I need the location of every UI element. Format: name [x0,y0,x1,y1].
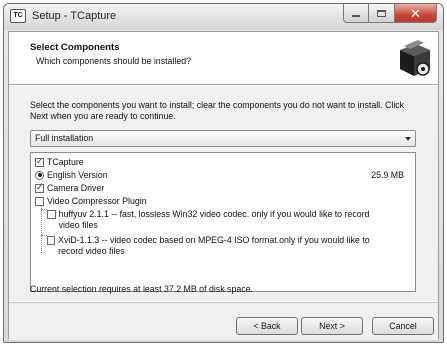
wizard-header: Select Components Which components shoul… [9,32,438,85]
checkbox-unchecked[interactable] [47,236,56,245]
tcapture-app-icon: TC [10,9,26,23]
component-label: Video Compressor Plugin [47,196,147,206]
component-label: XviD-1.1.3 -- video codec based on MPEG-… [58,235,370,256]
window-title: Setup - TCapture [32,10,117,22]
page-subtitle: Which components should be installed? [36,56,192,66]
installation-type-select[interactable]: Full installation [30,130,416,147]
component-item-huffyuv[interactable]: huffyuv 2.1.1 -- fast, lossless Win32 vi… [47,209,392,233]
chevron-down-icon [405,137,411,141]
installer-box-graphic [394,36,434,80]
checkbox-unchecked[interactable] [35,196,44,206]
button-row: < Back Next > Cancel [9,302,438,340]
maximize-button[interactable] [369,4,395,23]
maximize-icon [377,9,386,17]
cancel-button[interactable]: Cancel [372,317,434,335]
wizard-panel: Select Components Which components shoul… [8,31,439,340]
component-item-camera-driver[interactable]: ✓ Camera Driver [35,182,104,194]
component-item-tcapture[interactable]: ✓ TCapture [35,156,84,168]
components-list[interactable]: ✓ TCapture English Version 25.9 MB ✓ Cam… [30,152,416,292]
close-button[interactable]: ✕ [395,4,437,23]
component-label: TCapture [47,157,84,167]
instructions-text: Select the components you want to instal… [30,100,405,121]
checkbox-checked[interactable]: ✓ [35,183,44,193]
component-label: huffyuv 2.1.1 -- fast, lossless Win32 vi… [58,209,370,230]
checkbox-checked[interactable]: ✓ [35,157,44,167]
component-item-xvid[interactable]: XviD-1.1.3 -- video codec based on MPEG-… [47,235,392,259]
component-size: 25.9 MB [371,170,404,180]
close-icon: ✕ [410,5,421,21]
setup-window: TC Setup - TCapture ✕ Select Components … [3,3,444,343]
caption-buttons: ✕ [343,4,437,23]
component-label: English Version [47,170,108,180]
back-button[interactable]: < Back [236,317,298,335]
wizard-body: Select the components you want to instal… [9,86,438,301]
next-button[interactable]: Next > [301,317,363,335]
page-title: Select Components [30,42,120,53]
component-label: Camera Driver [47,183,105,193]
radio-dot-icon [37,173,42,177]
component-item-video-compressor-plugin[interactable]: Video Compressor Plugin [35,195,147,207]
minimize-button[interactable] [343,4,369,23]
installation-type-value: Full installation [35,133,94,143]
title-bar[interactable]: TC Setup - TCapture ✕ [4,4,443,30]
radio-selected[interactable] [35,170,44,180]
checkbox-unchecked[interactable] [47,210,56,219]
component-item-english-version[interactable]: English Version 25.9 MB [35,169,413,181]
minimize-icon [352,15,360,17]
disk-space-note: Current selection requires at least 37.2… [30,284,253,294]
